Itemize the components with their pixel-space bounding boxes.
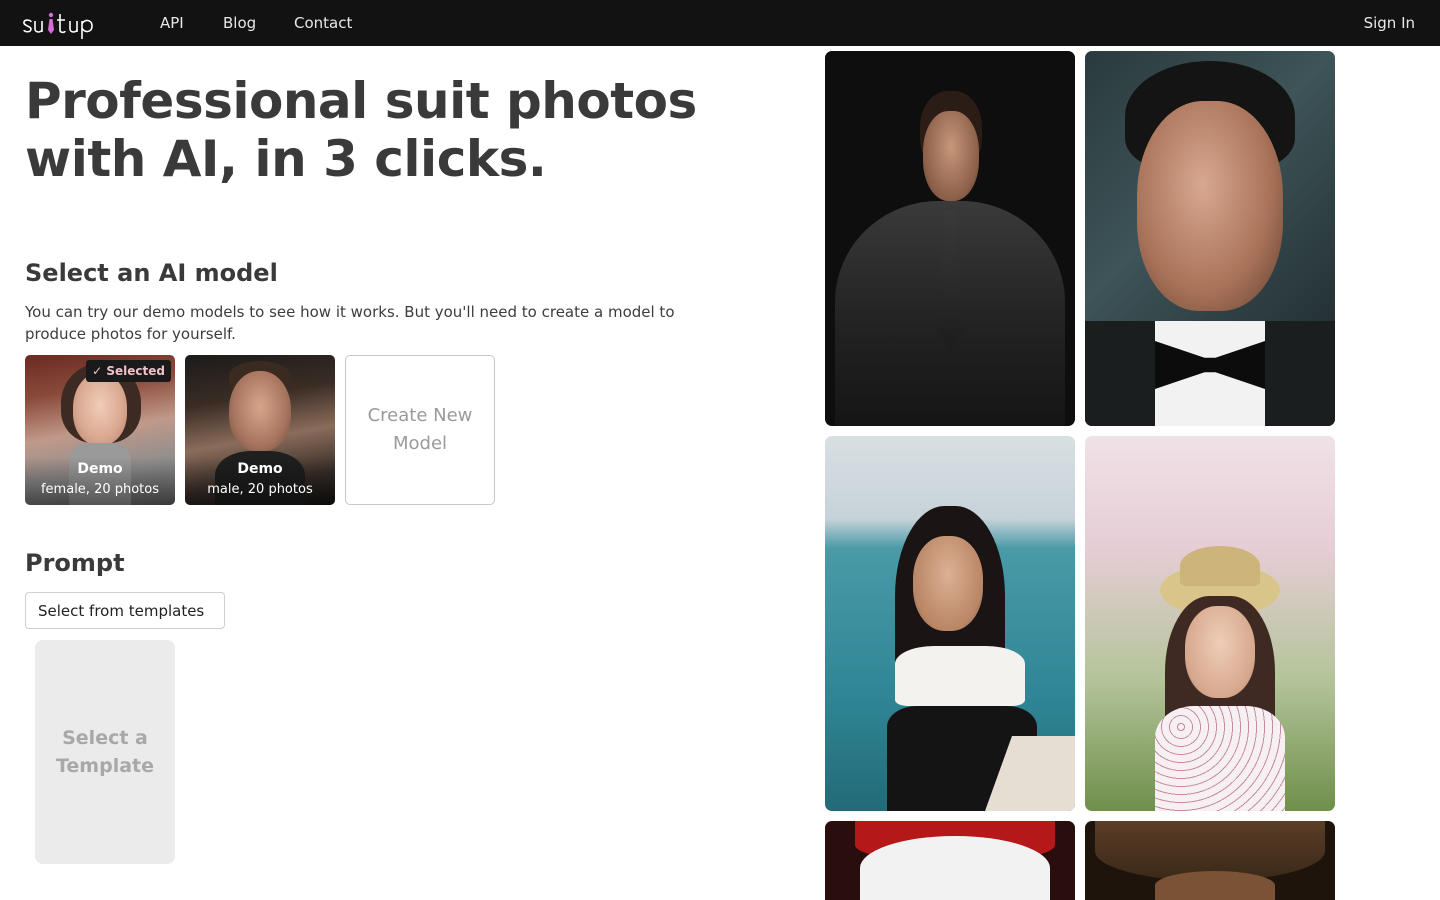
gallery-photo-santa-hat bbox=[825, 821, 1075, 900]
model-section-title: Select an AI model bbox=[25, 259, 278, 287]
model-card-name: Demo bbox=[237, 461, 283, 477]
nav-link-contact[interactable]: Contact bbox=[294, 14, 352, 32]
suitup-logo[interactable] bbox=[20, 8, 112, 40]
model-card-subtitle: female, 20 photos bbox=[40, 482, 160, 497]
hero-title-line2: with AI, in 3 clicks. bbox=[25, 130, 547, 188]
model-card-demo-male[interactable]: Demo male, 20 photos bbox=[185, 355, 335, 505]
prompt-section-title: Prompt bbox=[25, 549, 125, 577]
model-section-description: You can try our demo models to see how i… bbox=[25, 303, 675, 343]
model-card-demo-female[interactable]: ✓ Selected Demo female, 20 photos bbox=[25, 355, 175, 505]
model-card-name: Demo bbox=[77, 461, 123, 477]
template-select[interactable]: Select from templates bbox=[25, 592, 225, 629]
create-new-model-label: Create New Model bbox=[367, 405, 473, 454]
nav-link-api[interactable]: API bbox=[160, 14, 184, 32]
model-photo-face bbox=[229, 371, 291, 451]
gallery-photo-woman-cherry-blossom bbox=[1085, 436, 1335, 811]
selected-badge: ✓ Selected bbox=[86, 360, 171, 382]
hero-title-line1: Professional suit photos bbox=[25, 72, 697, 130]
model-card-subtitle: male, 20 photos bbox=[207, 482, 313, 497]
hero-title: Professional suit photos with AI, in 3 c… bbox=[25, 72, 725, 188]
top-navbar: API Blog Contact Sign In bbox=[0, 0, 1440, 46]
gallery-photo-man-bow-tie bbox=[1085, 51, 1335, 426]
template-placeholder-label: Select a Template bbox=[55, 727, 155, 777]
sign-in-link[interactable]: Sign In bbox=[1364, 14, 1415, 32]
gallery-photo-man-black-suit bbox=[825, 51, 1075, 426]
nav-link-blog[interactable]: Blog bbox=[223, 14, 256, 32]
model-photo-face bbox=[73, 373, 127, 445]
create-new-model-button[interactable]: Create New Model bbox=[345, 355, 495, 505]
template-placeholder-card[interactable]: Select a Template bbox=[35, 640, 175, 864]
gallery-photo-woman-sea bbox=[825, 436, 1075, 811]
gallery-photo-cowboy-hat bbox=[1085, 821, 1335, 900]
